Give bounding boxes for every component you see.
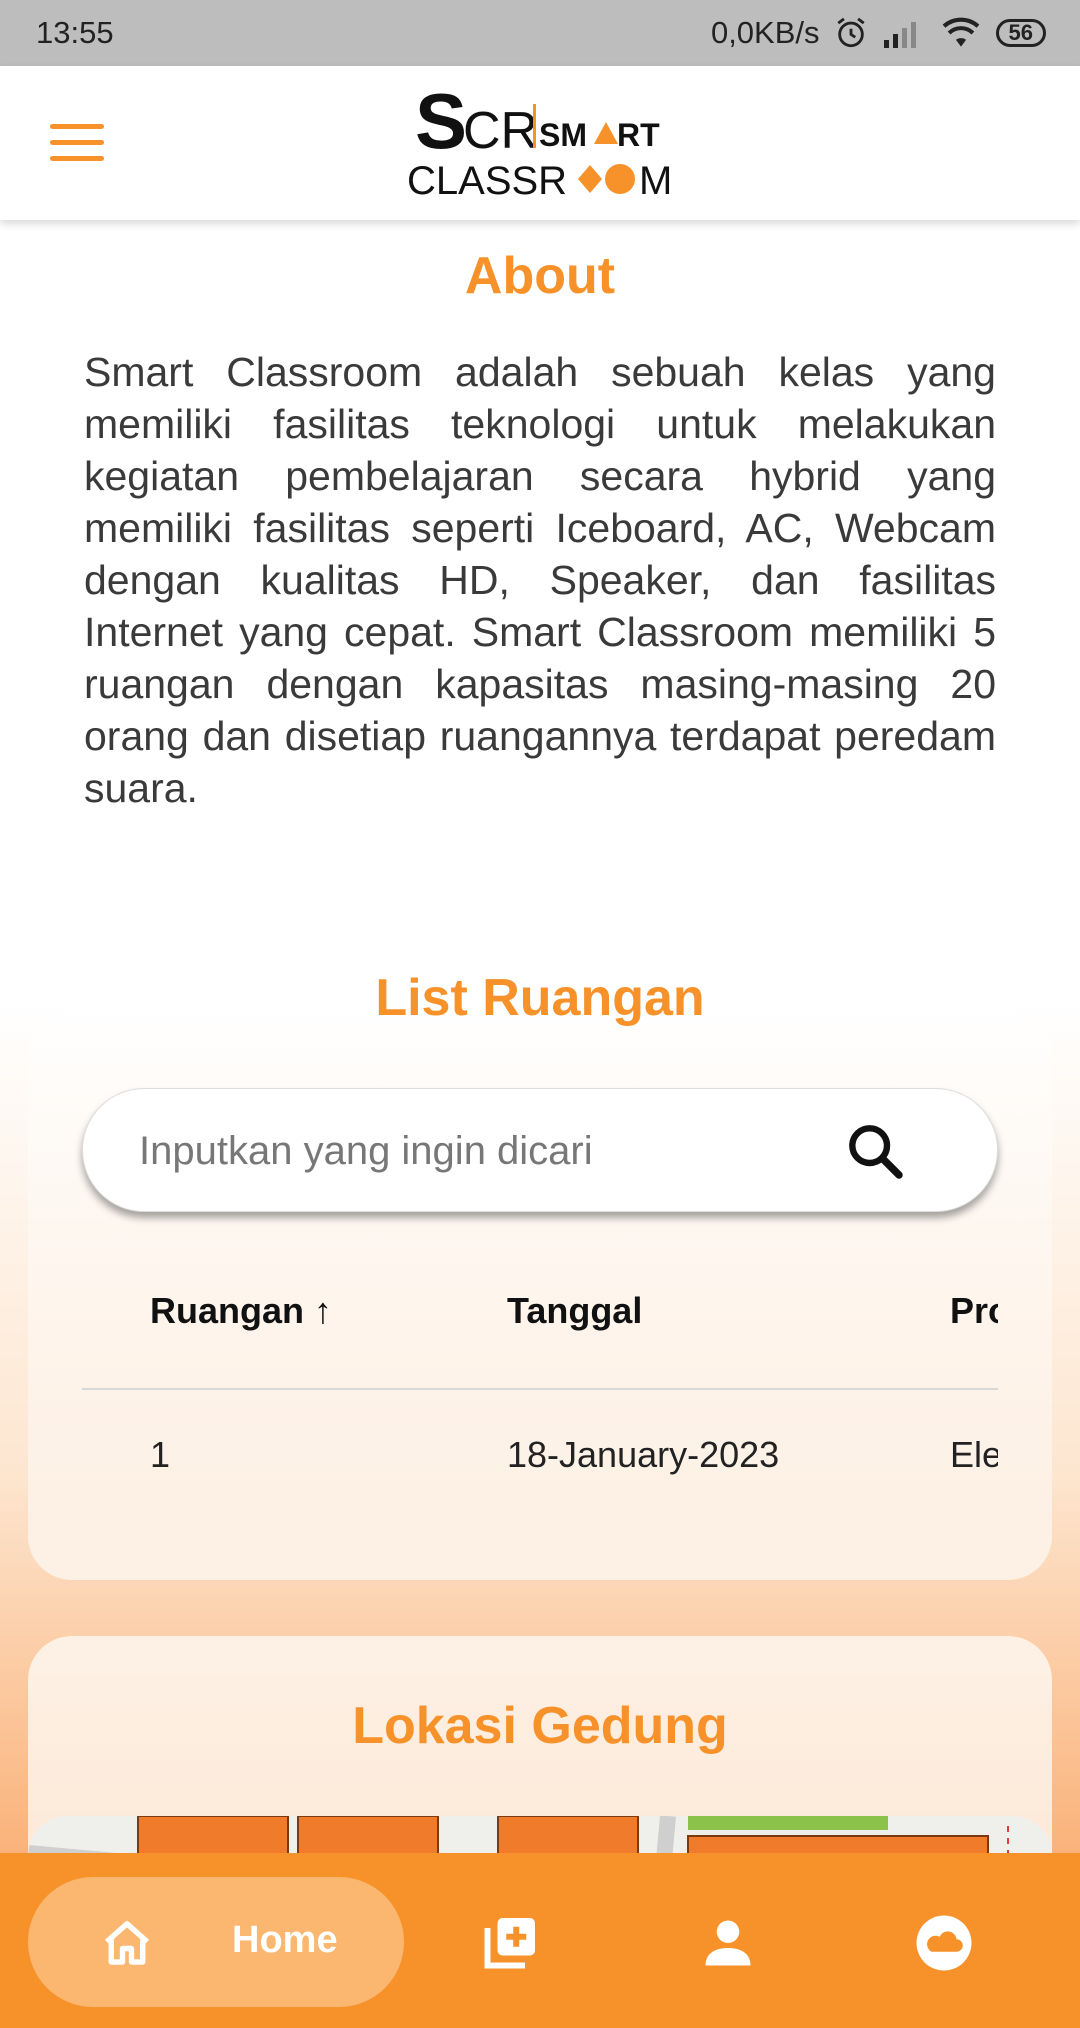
home-icon (104, 1921, 150, 1965)
app-bar: S CR SM RT CLASSR M (0, 66, 1080, 220)
network-speed: 0,0KB/s (710, 15, 820, 50)
status-bar: 13:55 0,0KB/s 56 (0, 0, 1080, 66)
person-icon[interactable] (698, 1913, 758, 1973)
cell-ruangan: 1 (150, 1434, 171, 1475)
location-card: Lokasi Gedung (28, 1636, 1052, 1853)
cell-program: Ele (950, 1434, 998, 1475)
column-header-ruangan[interactable]: Ruangan ↑ (150, 1290, 332, 1332)
location-title: Lokasi Gedung (352, 1697, 728, 1755)
column-header-program[interactable]: Pro (950, 1290, 998, 1332)
about-description: Smart Classroom adalah sebuah kelas yang… (84, 349, 996, 811)
about-title: About (464, 247, 616, 305)
svg-text:SM: SM (539, 117, 587, 153)
status-time: 13:55 (36, 15, 114, 50)
svg-text:S: S (415, 86, 467, 165)
nav-home-label: Home (232, 1919, 338, 1961)
svg-text:M: M (639, 159, 672, 201)
svg-text:RT: RT (617, 117, 660, 153)
svg-text:CLASSR: CLASSR (407, 159, 567, 201)
menu-icon-line (50, 140, 104, 145)
search-bar (82, 1088, 998, 1212)
cell-tanggal: 18-January-2023 (507, 1434, 780, 1475)
room-table: Ruangan ↑ Tanggal Pro 1 18-January-2023 … (82, 1260, 998, 1500)
bottom-navigation: Home (0, 1853, 1080, 2028)
cloud-icon[interactable] (914, 1913, 974, 1973)
wifi-icon (942, 17, 979, 47)
table-divider (82, 1388, 998, 1390)
menu-icon-line (50, 156, 104, 161)
signal-icon (883, 22, 916, 48)
nav-home-button[interactable]: Home (28, 1877, 404, 2007)
sort-ascending-icon: ↑ (314, 1290, 333, 1331)
search-icon[interactable] (843, 1119, 907, 1183)
room-list-title: List Ruangan (375, 969, 705, 1027)
smart-classroom-logo: S CR SM RT CLASSR M (405, 77, 685, 203)
menu-icon (50, 124, 104, 129)
building-map[interactable] (28, 1816, 1052, 1853)
alarm-icon (836, 17, 865, 48)
battery-icon: 56 (995, 19, 1046, 47)
status-indicators: 0,0KB/s 56 (711, 15, 1046, 51)
main-content[interactable]: About Smart Classroom adalah sebuah kela… (0, 220, 1080, 1853)
add-box-icon[interactable] (480, 1913, 540, 1973)
menu-button[interactable] (50, 124, 104, 162)
column-header-label: Ruangan (150, 1290, 305, 1331)
svg-text:CR: CR (463, 102, 538, 160)
search-input[interactable] (139, 1119, 839, 1183)
column-header-tanggal[interactable]: Tanggal (507, 1290, 642, 1332)
